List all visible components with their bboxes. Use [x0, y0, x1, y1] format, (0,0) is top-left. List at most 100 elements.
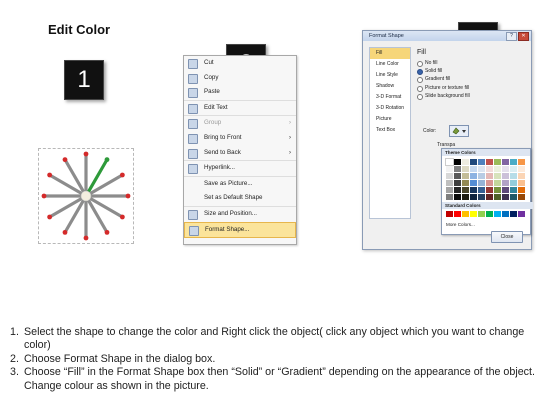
color-swatch[interactable] — [446, 187, 453, 193]
color-swatch[interactable] — [510, 166, 517, 172]
color-swatch[interactable] — [494, 187, 501, 193]
sidebar-item-line-color[interactable]: Line Color — [370, 59, 410, 70]
fill-option-no-fill[interactable]: No fill — [415, 59, 525, 67]
color-swatch[interactable] — [470, 173, 477, 179]
color-swatch[interactable] — [446, 180, 453, 186]
color-swatch[interactable] — [470, 194, 477, 200]
color-swatch[interactable] — [478, 173, 485, 179]
color-swatch[interactable] — [454, 187, 461, 193]
radio-button[interactable] — [417, 85, 423, 92]
color-swatch[interactable] — [446, 194, 453, 200]
color-swatch[interactable] — [462, 187, 469, 193]
color-swatch[interactable] — [478, 159, 485, 165]
color-swatch[interactable] — [494, 159, 501, 165]
radio-button[interactable] — [417, 77, 423, 84]
menu-item-send-to-back[interactable]: Send to Back › — [184, 146, 296, 161]
sidebar-item-3-d-format[interactable]: 3-D Format — [370, 92, 410, 103]
color-swatch[interactable] — [518, 180, 525, 186]
color-swatch[interactable] — [494, 211, 501, 217]
close-icon[interactable]: ✕ — [518, 32, 529, 41]
color-swatch[interactable] — [470, 187, 477, 193]
color-swatch[interactable] — [486, 211, 493, 217]
color-swatch[interactable] — [462, 211, 469, 217]
color-swatch[interactable] — [454, 166, 461, 172]
color-swatch[interactable] — [486, 159, 493, 165]
color-swatch[interactable] — [462, 180, 469, 186]
color-swatch[interactable] — [502, 166, 509, 172]
color-swatch[interactable] — [502, 173, 509, 179]
fill-option-solid-fill[interactable]: Solid fill — [415, 67, 525, 76]
color-swatch[interactable] — [478, 211, 485, 217]
menu-item-hyperlink[interactable]: Hyperlink... — [184, 160, 296, 176]
color-swatch[interactable] — [470, 180, 477, 186]
menu-item-size-and-position[interactable]: Size and Position... — [184, 205, 296, 222]
color-swatch[interactable] — [494, 166, 501, 172]
menu-item-copy[interactable]: Copy — [184, 71, 296, 86]
color-swatch[interactable] — [446, 211, 453, 217]
color-swatch[interactable] — [502, 194, 509, 200]
color-swatch[interactable] — [518, 187, 525, 193]
color-swatch[interactable] — [462, 194, 469, 200]
color-picker-button[interactable] — [449, 125, 469, 137]
menu-item-group[interactable]: Group › — [184, 115, 296, 131]
menu-item-cut[interactable]: Cut — [184, 56, 296, 71]
menu-item-set-as-default-shape[interactable]: Set as Default Shape — [184, 191, 296, 206]
color-swatch[interactable] — [470, 159, 477, 165]
help-button[interactable]: ? — [506, 32, 517, 41]
color-swatch[interactable] — [494, 173, 501, 179]
color-swatch[interactable] — [462, 173, 469, 179]
sidebar-item-text-box[interactable]: Text Box — [370, 125, 410, 136]
color-swatch[interactable] — [486, 173, 493, 179]
color-swatch[interactable] — [478, 180, 485, 186]
color-swatch[interactable] — [518, 194, 525, 200]
color-swatch[interactable] — [446, 173, 453, 179]
close-button[interactable]: Close — [491, 231, 523, 243]
radio-button[interactable] — [417, 93, 423, 100]
color-swatch[interactable] — [486, 180, 493, 186]
color-swatch[interactable] — [454, 173, 461, 179]
color-swatch[interactable] — [518, 166, 525, 172]
color-swatch[interactable] — [454, 180, 461, 186]
color-swatch[interactable] — [446, 166, 453, 172]
color-swatch[interactable] — [502, 211, 509, 217]
sidebar-item-3-d-rotation[interactable]: 3-D Rotation — [370, 103, 410, 114]
menu-item-edit-text[interactable]: Edit Text — [184, 99, 296, 116]
color-swatch[interactable] — [510, 194, 517, 200]
color-swatch[interactable] — [470, 211, 477, 217]
pencil-fan-shape[interactable] — [38, 148, 134, 244]
color-swatch[interactable] — [510, 187, 517, 193]
color-swatch[interactable] — [478, 166, 485, 172]
color-swatch[interactable] — [454, 194, 461, 200]
color-swatch[interactable] — [510, 180, 517, 186]
color-swatch[interactable] — [518, 159, 525, 165]
more-colors-link[interactable]: More Colors... — [446, 222, 475, 227]
color-swatch[interactable] — [462, 166, 469, 172]
color-swatch[interactable] — [518, 211, 525, 217]
color-swatch[interactable] — [454, 211, 461, 217]
color-swatch[interactable] — [478, 187, 485, 193]
color-swatch[interactable] — [510, 211, 517, 217]
color-swatch[interactable] — [502, 187, 509, 193]
color-swatch[interactable] — [494, 180, 501, 186]
fill-option-slide-background-fill[interactable]: Slide background fill — [415, 92, 525, 100]
sidebar-item-line-style[interactable]: Line Style — [370, 70, 410, 81]
menu-item-save-as-picture[interactable]: Save as Picture... — [184, 175, 296, 192]
color-swatch[interactable] — [486, 187, 493, 193]
color-swatch[interactable] — [486, 194, 493, 200]
color-swatch[interactable] — [502, 180, 509, 186]
radio-button[interactable] — [417, 69, 423, 76]
menu-item-bring-to-front[interactable]: Bring to Front › — [184, 131, 296, 146]
sidebar-item-picture[interactable]: Picture — [370, 114, 410, 125]
menu-item-paste[interactable]: Paste — [184, 85, 296, 100]
color-swatch[interactable] — [502, 159, 509, 165]
color-swatch[interactable] — [470, 166, 477, 172]
sidebar-item-shadow[interactable]: Shadow — [370, 81, 410, 92]
color-swatch[interactable] — [478, 194, 485, 200]
color-swatch[interactable] — [462, 159, 469, 165]
fill-option-gradient-fill[interactable]: Gradient fill — [415, 75, 525, 84]
color-swatch[interactable] — [454, 159, 461, 165]
color-swatch[interactable] — [445, 158, 454, 166]
color-swatch[interactable] — [486, 166, 493, 172]
sidebar-item-fill[interactable]: Fill — [370, 48, 410, 59]
color-swatch[interactable] — [494, 194, 501, 200]
